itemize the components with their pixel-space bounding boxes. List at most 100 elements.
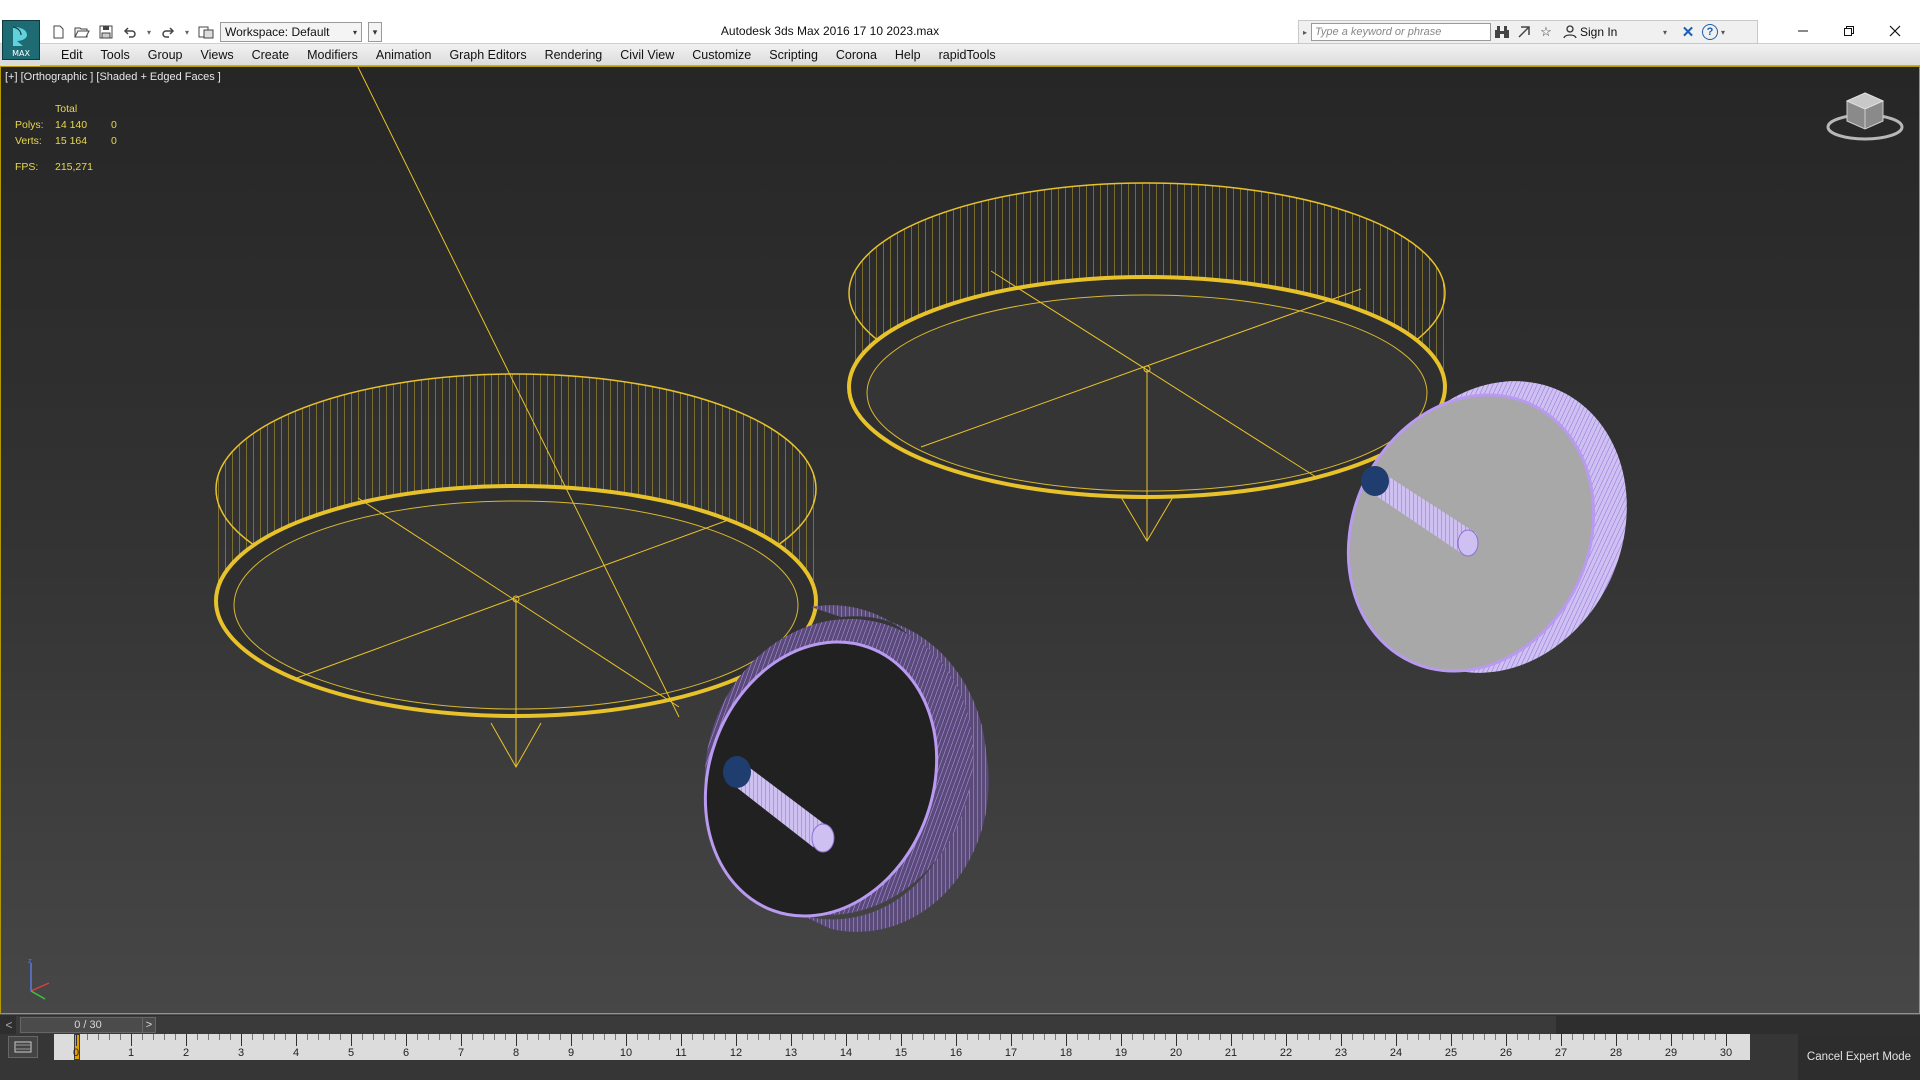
menu-customize[interactable]: Customize xyxy=(683,44,760,66)
frame-tick-minor xyxy=(659,1034,660,1040)
menu-rendering[interactable]: Rendering xyxy=(536,44,612,66)
selected-ring-left[interactable] xyxy=(214,67,818,769)
frame-tick-minor xyxy=(912,1034,913,1040)
frame-number: 23 xyxy=(1334,1047,1348,1059)
application-menu-button[interactable]: MAX xyxy=(2,20,40,60)
frame-tick-minor xyxy=(670,1034,671,1040)
frame-tick-minor xyxy=(1264,1034,1265,1040)
frame-tick-major xyxy=(296,1034,297,1046)
restore-icon xyxy=(1844,26,1854,36)
frame-number: 21 xyxy=(1224,1047,1238,1059)
sign-in-button[interactable]: Sign In xyxy=(1563,25,1663,39)
help-dropdown-icon[interactable]: ▾ xyxy=(1721,28,1735,37)
frame-number: 1 xyxy=(127,1047,135,1059)
frame-tick-minor xyxy=(593,1034,594,1040)
frame-tick-minor xyxy=(1462,1034,1463,1040)
svg-text:z: z xyxy=(28,957,32,965)
verts-selected: 0 xyxy=(111,135,117,147)
frame-number: 20 xyxy=(1169,1047,1183,1059)
frame-tick-minor xyxy=(725,1034,726,1040)
frame-tick-minor xyxy=(483,1034,484,1040)
menu-views[interactable]: Views xyxy=(191,44,242,66)
frame-tick-minor xyxy=(1704,1034,1705,1040)
frame-tick-minor xyxy=(164,1034,165,1040)
perspective-viewport[interactable]: [+] [Orthographic ] [Shaded + Edged Face… xyxy=(0,66,1920,1014)
frame-tick-minor xyxy=(945,1034,946,1040)
frame-tick-minor xyxy=(1308,1034,1309,1040)
autodesk-exchange-icon[interactable]: ✕ xyxy=(1677,21,1699,43)
frame-tick-minor xyxy=(1242,1034,1243,1040)
menu-rapidtools[interactable]: rapidTools xyxy=(930,44,1005,66)
frame-tick-minor xyxy=(1363,1034,1364,1040)
frame-tick-major xyxy=(1066,1034,1067,1046)
menu-create[interactable]: Create xyxy=(243,44,299,66)
collapse-arrow-icon[interactable]: ▸ xyxy=(1299,28,1311,37)
next-frame-button[interactable]: > xyxy=(142,1017,156,1033)
minimize-icon xyxy=(1798,30,1808,32)
sign-in-dropdown-icon[interactable]: ▾ xyxy=(1663,28,1677,37)
prev-frame-button[interactable]: < xyxy=(2,1017,16,1033)
star-icon[interactable]: ☆ xyxy=(1535,21,1557,43)
frame-tick-minor xyxy=(285,1034,286,1040)
frame-tick-minor xyxy=(604,1034,605,1040)
menu-scripting[interactable]: Scripting xyxy=(760,44,827,66)
menu-corona[interactable]: Corona xyxy=(827,44,886,66)
frame-tick-minor xyxy=(1033,1034,1034,1040)
menu-help[interactable]: Help xyxy=(886,44,930,66)
frame-tick-minor xyxy=(505,1034,506,1040)
frame-tick-minor xyxy=(1099,1034,1100,1040)
frame-number: 22 xyxy=(1279,1047,1293,1059)
frame-tick-minor xyxy=(1297,1034,1298,1040)
frame-tick-minor xyxy=(1649,1034,1650,1040)
close-button[interactable] xyxy=(1872,18,1918,44)
menu-graph-editors[interactable]: Graph Editors xyxy=(440,44,535,66)
time-slider-track[interactable] xyxy=(16,1016,1556,1034)
communication-center-icon[interactable] xyxy=(1513,21,1535,43)
help-button[interactable]: ? xyxy=(1699,21,1721,43)
time-slider-thumb[interactable]: 0 / 30 xyxy=(20,1017,156,1033)
search-input[interactable] xyxy=(1311,23,1491,41)
frame-number: 25 xyxy=(1444,1047,1458,1059)
frame-tick-minor xyxy=(1187,1034,1188,1040)
frame-number: 10 xyxy=(619,1047,633,1059)
binoculars-icon[interactable] xyxy=(1491,21,1513,43)
frame-tick-minor xyxy=(1154,1034,1155,1040)
frame-tick-minor xyxy=(824,1034,825,1040)
menu-tools[interactable]: Tools xyxy=(92,44,139,66)
frame-tick-minor xyxy=(274,1034,275,1040)
open-mini-curve-editor-button[interactable] xyxy=(8,1036,38,1058)
frame-tick-minor xyxy=(1275,1034,1276,1040)
viewport-scene[interactable] xyxy=(1,67,1919,1013)
frame-tick-minor xyxy=(1484,1034,1485,1040)
frame-tick-minor xyxy=(1660,1034,1661,1040)
frame-tick-minor xyxy=(1418,1034,1419,1040)
frame-tick-minor xyxy=(472,1034,473,1040)
frame-tick-major xyxy=(791,1034,792,1046)
frame-tick-minor xyxy=(1088,1034,1089,1040)
frame-tick-minor xyxy=(549,1034,550,1040)
selected-ring-right[interactable] xyxy=(847,182,1447,542)
frame-tick-major xyxy=(1561,1034,1562,1046)
restore-button[interactable] xyxy=(1826,18,1872,44)
viewcube-icon[interactable] xyxy=(1825,85,1905,145)
menu-group[interactable]: Group xyxy=(139,44,192,66)
menu-edit[interactable]: Edit xyxy=(52,44,92,66)
cancel-expert-mode-button[interactable]: Cancel Expert Mode xyxy=(1798,1034,1920,1080)
frame-number: 5 xyxy=(347,1047,355,1059)
menu-animation[interactable]: Animation xyxy=(367,44,441,66)
frame-tick-minor xyxy=(1539,1034,1540,1040)
minimize-button[interactable] xyxy=(1780,18,1826,44)
track-bar-ruler[interactable]: 0 1 2 3 4 5 6 7 8 9 10 11 12 13 14 15 16 17 18 19 20 21 22 23 24… xyxy=(54,1034,1750,1060)
menu-modifiers[interactable]: Modifiers xyxy=(298,44,367,66)
viewport-label[interactable]: [+] [Orthographic ] [Shaded + Edged Face… xyxy=(5,71,221,83)
polys-selected: 0 xyxy=(111,119,117,131)
frame-tick-minor xyxy=(879,1034,880,1040)
logo-text: MAX xyxy=(12,49,30,58)
frame-tick-minor xyxy=(175,1034,176,1040)
frame-tick-minor xyxy=(1495,1034,1496,1040)
frame-tick-major xyxy=(956,1034,957,1046)
frame-tick-minor xyxy=(230,1034,231,1040)
menu-civil-view[interactable]: Civil View xyxy=(611,44,683,66)
frame-tick-major xyxy=(351,1034,352,1046)
frame-tick-minor xyxy=(637,1034,638,1040)
